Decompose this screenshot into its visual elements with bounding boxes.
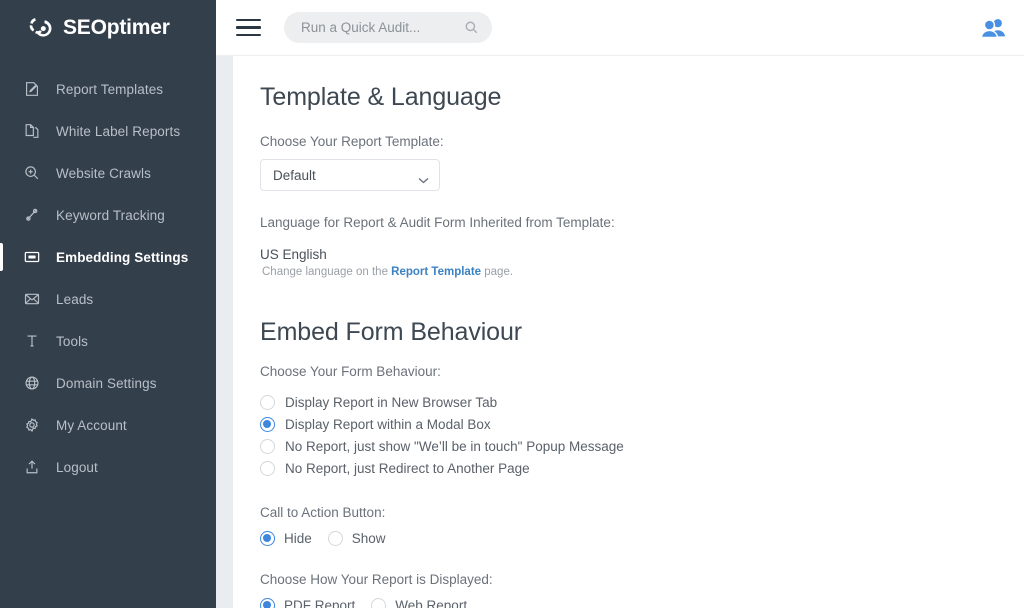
envelope-icon (22, 289, 42, 309)
radio-row-web-report[interactable]: Web Report (371, 598, 467, 608)
topbar: Run a Quick Audit... (216, 0, 1024, 56)
sidebar-item-leads[interactable]: Leads (0, 278, 216, 320)
sidebar-item-logout[interactable]: Logout (0, 446, 216, 488)
radio-label: Web Report (395, 598, 467, 608)
logout-upload-icon (22, 457, 42, 477)
radio-row-cta-hide[interactable]: Hide (260, 531, 312, 546)
report-template-select-wrap: Default (260, 159, 440, 191)
form-behaviour-radio-group: Display Report in New Browser Tab Displa… (260, 391, 1024, 479)
language-value: US English (260, 247, 1024, 262)
change-language-note: Change language on the Report Template p… (260, 266, 1024, 278)
sidebar-item-domain-settings[interactable]: Domain Settings (0, 362, 216, 404)
sidebar-item-white-label-reports[interactable]: White Label Reports (0, 110, 216, 152)
radio-label: No Report, just show "We’ll be in touch"… (285, 439, 624, 454)
chevron-down-icon (418, 172, 429, 179)
content-wrapper: Template & Language Choose Your Report T… (216, 56, 1024, 608)
brand-logo-area[interactable]: SEOptimer (0, 0, 216, 56)
radio-label: No Report, just Redirect to Another Page (285, 461, 530, 476)
radio-indicator[interactable] (260, 439, 275, 454)
sidebar-item-label: Report Templates (56, 82, 163, 97)
radio-indicator[interactable] (260, 395, 275, 410)
search-placeholder: Run a Quick Audit... (301, 20, 464, 35)
sidebar-item-keyword-tracking[interactable]: Keyword Tracking (0, 194, 216, 236)
report-template-link[interactable]: Report Template (391, 266, 481, 278)
sidebar-item-my-account[interactable]: My Account (0, 404, 216, 446)
note-suffix: page. (481, 266, 513, 278)
radio-label: Display Report within a Modal Box (285, 417, 491, 432)
edit-document-icon (22, 79, 42, 99)
report-display-label: Choose How Your Report is Displayed: (260, 572, 1024, 587)
main-area: Run a Quick Audit... (216, 0, 1024, 608)
sidebar-item-label: Domain Settings (56, 376, 157, 391)
radio-indicator[interactable] (260, 598, 275, 608)
cta-button-label: Call to Action Button: (260, 505, 1024, 520)
sidebar-item-label: My Account (56, 418, 127, 433)
trend-line-icon (22, 205, 42, 225)
sidebar-item-report-templates[interactable]: Report Templates (0, 68, 216, 110)
radio-row-redirect-page[interactable]: No Report, just Redirect to Another Page (260, 457, 1024, 479)
sidebar-nav: Report Templates White Label Reports Web… (0, 56, 216, 488)
users-people-icon[interactable] (980, 17, 1006, 39)
form-behaviour-label: Choose Your Form Behaviour: (260, 364, 1024, 379)
sidebar-item-label: White Label Reports (56, 124, 180, 139)
radio-row-modal-box[interactable]: Display Report within a Modal Box (260, 413, 1024, 435)
radio-row-popup-message[interactable]: No Report, just show "We’ll be in touch"… (260, 435, 1024, 457)
radio-indicator[interactable] (371, 598, 386, 608)
radio-indicator[interactable] (260, 531, 275, 546)
radio-label: Show (352, 531, 386, 546)
settings-content: Template & Language Choose Your Report T… (233, 56, 1024, 608)
left-gutter (216, 56, 233, 608)
search-plus-icon (22, 163, 42, 183)
topbar-right (980, 17, 1006, 39)
radio-row-new-browser-tab[interactable]: Display Report in New Browser Tab (260, 391, 1024, 413)
radio-label: Display Report in New Browser Tab (285, 395, 497, 410)
sidebar-item-label: Keyword Tracking (56, 208, 165, 223)
radio-row-cta-show[interactable]: Show (328, 531, 386, 546)
search-icon (464, 20, 479, 35)
radio-row-pdf-report[interactable]: PDF Report (260, 598, 355, 608)
sidebar: SEOptimer Report Templates White Label R… (0, 0, 216, 608)
radio-indicator[interactable] (260, 417, 275, 432)
note-prefix: Change language on the (262, 266, 391, 278)
sidebar-item-website-crawls[interactable]: Website Crawls (0, 152, 216, 194)
radio-label: Hide (284, 531, 312, 546)
sidebar-item-tools[interactable]: Tools (0, 320, 216, 362)
template-select-label: Choose Your Report Template: (260, 134, 1024, 149)
report-template-select[interactable]: Default (260, 159, 440, 191)
sidebar-item-embedding-settings[interactable]: Embedding Settings (0, 236, 216, 278)
sidebar-item-label: Website Crawls (56, 166, 151, 181)
language-inherited-label: Language for Report & Audit Form Inherit… (260, 215, 1024, 230)
app-root: SEOptimer Report Templates White Label R… (0, 0, 1024, 608)
globe-icon (22, 373, 42, 393)
sidebar-item-label: Leads (56, 292, 93, 307)
cta-radio-group: Hide Show (260, 531, 1024, 546)
sidebar-item-label: Embedding Settings (56, 250, 188, 265)
sidebar-item-label: Tools (56, 334, 88, 349)
radio-indicator[interactable] (260, 461, 275, 476)
embed-form-behaviour-title: Embed Form Behaviour (260, 317, 1024, 347)
report-display-radio-group: PDF Report Web Report (260, 598, 1024, 608)
gear-icon (22, 415, 42, 435)
hammer-icon (22, 331, 42, 351)
radio-indicator[interactable] (328, 531, 343, 546)
gear-logo-icon (26, 14, 54, 42)
search-input[interactable]: Run a Quick Audit... (284, 12, 492, 43)
page-title: Template & Language (260, 82, 1024, 112)
sidebar-item-label: Logout (56, 460, 98, 475)
embed-box-icon (22, 247, 42, 267)
copy-documents-icon (22, 121, 42, 141)
radio-label: PDF Report (284, 598, 355, 608)
report-template-selected-value: Default (273, 168, 418, 183)
brand-name: SEOptimer (63, 16, 170, 40)
hamburger-menu-icon[interactable] (236, 15, 262, 41)
